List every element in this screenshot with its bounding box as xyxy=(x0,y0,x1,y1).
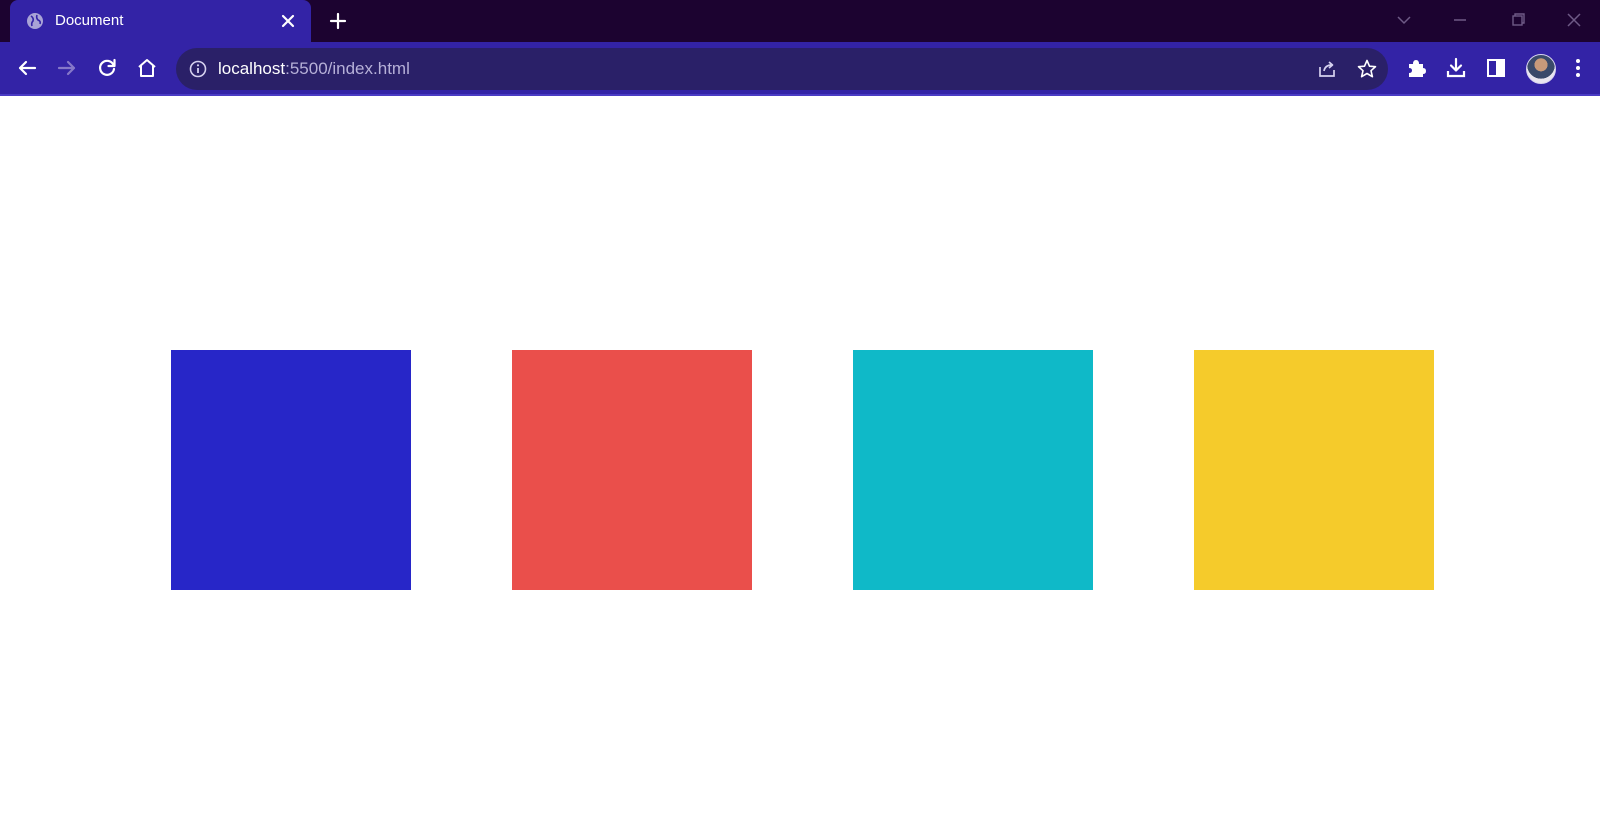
forward-arrow-icon[interactable] xyxy=(55,56,79,80)
new-tab-icon[interactable] xyxy=(328,11,348,31)
close-icon[interactable] xyxy=(278,11,298,31)
download-icon[interactable] xyxy=(1444,56,1468,80)
url-path: :5500/index.html xyxy=(285,59,410,78)
page-content xyxy=(0,96,1600,839)
url-text[interactable]: localhost:5500/index.html xyxy=(218,59,410,79)
tab-document[interactable]: Document xyxy=(10,0,311,42)
tab-strip: Document xyxy=(0,0,1600,42)
share-icon[interactable] xyxy=(1316,58,1338,80)
minimize-icon[interactable] xyxy=(1448,8,1472,32)
bookmark-star-icon[interactable] xyxy=(1356,58,1378,80)
more-menu-icon[interactable] xyxy=(1566,56,1590,80)
browser-toolbar: localhost:5500/index.html xyxy=(0,42,1600,96)
blue-square xyxy=(171,350,411,590)
info-icon[interactable] xyxy=(188,59,208,79)
home-icon[interactable] xyxy=(135,56,159,80)
window-close-icon[interactable] xyxy=(1562,8,1586,32)
tab-search-chevron-icon[interactable] xyxy=(1392,8,1416,32)
yellow-square xyxy=(1194,350,1434,590)
side-panel-icon[interactable] xyxy=(1484,56,1508,80)
reload-icon[interactable] xyxy=(95,56,119,80)
back-arrow-icon[interactable] xyxy=(15,56,39,80)
extensions-puzzle-icon[interactable] xyxy=(1404,56,1428,80)
tab-title: Document xyxy=(55,12,124,29)
restore-icon[interactable] xyxy=(1506,8,1530,32)
cyan-square xyxy=(853,350,1093,590)
red-square xyxy=(512,350,752,590)
browser-window: Document localhost:5500/index.html xyxy=(0,0,1600,839)
globe-icon xyxy=(26,12,44,30)
url-host: localhost xyxy=(218,59,286,78)
address-bar[interactable]: localhost:5500/index.html xyxy=(176,48,1388,90)
profile-avatar[interactable] xyxy=(1526,54,1556,84)
